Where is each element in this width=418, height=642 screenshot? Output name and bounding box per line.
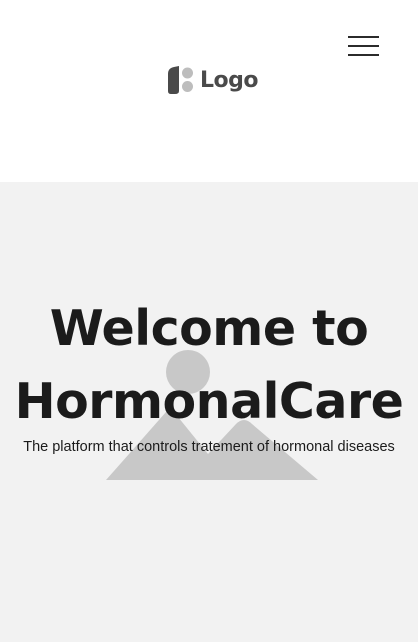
page: Logo Welcome to HormonalCare The platfor… <box>0 0 418 642</box>
hero-title-line-2: HormonalCare <box>14 373 404 430</box>
logo-mark-icon <box>168 66 193 94</box>
hamburger-menu-icon-line <box>348 45 379 47</box>
logo[interactable]: Logo <box>167 64 259 96</box>
hero-section: Welcome to HormonalCare The platform tha… <box>0 182 418 642</box>
hero-title: Welcome to HormonalCare <box>0 292 418 438</box>
hero-title-line-1: Welcome to <box>49 300 369 357</box>
logo-text: Logo <box>200 67 259 93</box>
hamburger-menu-button[interactable] <box>344 34 382 60</box>
hamburger-menu-icon-line <box>348 54 379 56</box>
header: Logo <box>0 0 418 182</box>
hero-subtitle: The platform that controls tratement of … <box>23 439 395 455</box>
hamburger-menu-icon <box>348 36 379 38</box>
